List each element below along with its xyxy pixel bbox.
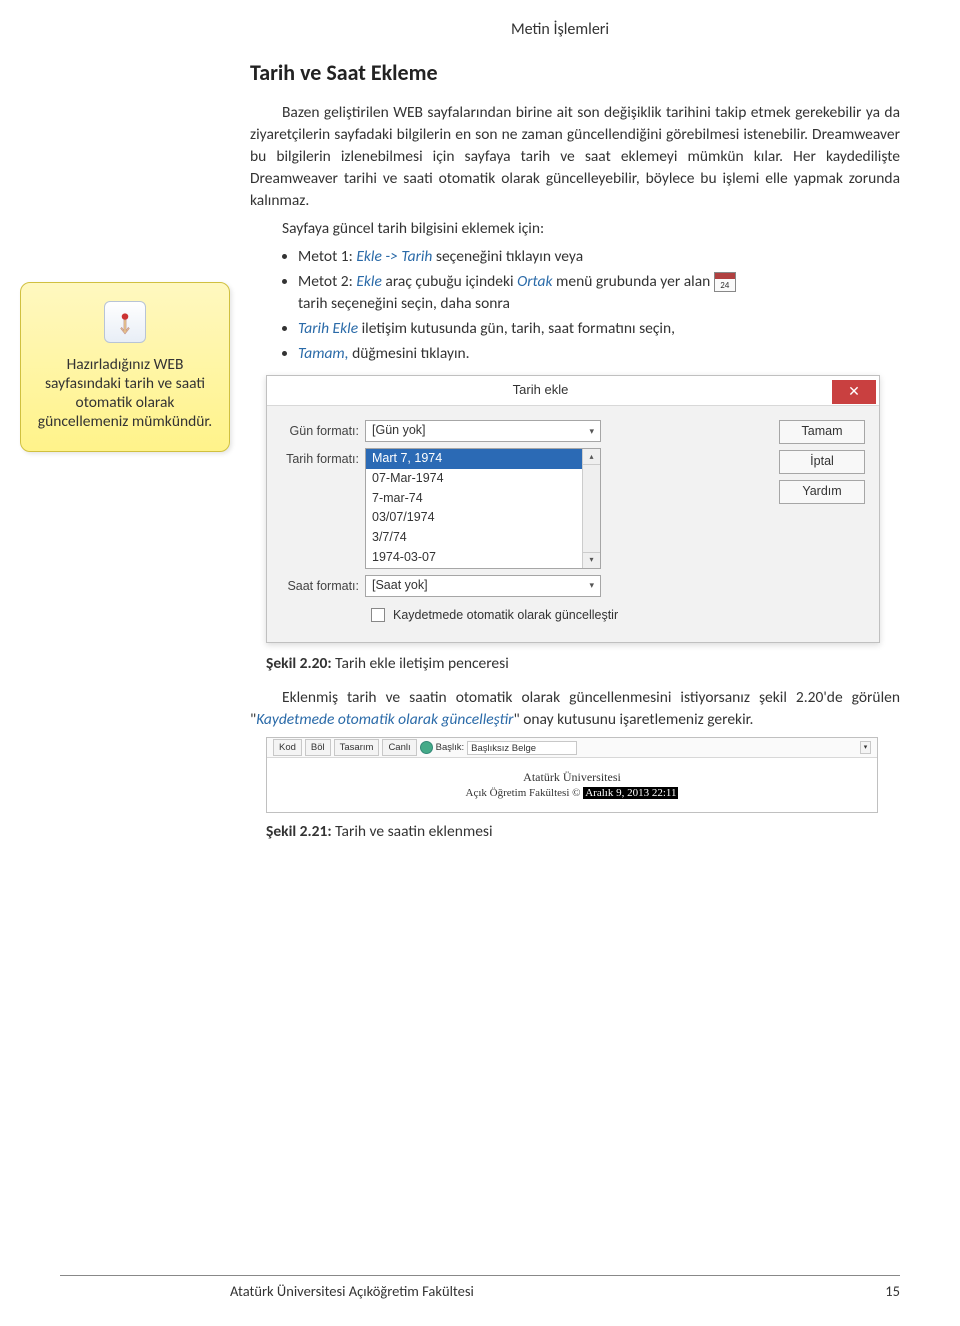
- pointer-hand-icon: [104, 301, 146, 343]
- scrollbar[interactable]: ▴ ▾: [582, 449, 600, 568]
- tab-live[interactable]: Canlı: [382, 739, 416, 756]
- callout-text: Hazırladığınız WEB sayfasındaki tarih ve…: [35, 355, 215, 431]
- list-item: Tamam, düğmesini tıklayın.: [298, 343, 900, 365]
- insert-text: Ekle: [356, 272, 382, 291]
- figure-caption-220: Şekil 2.20: Tarih ekle iletişim penceres…: [266, 653, 900, 675]
- tab-code[interactable]: Kod: [273, 739, 302, 756]
- close-button[interactable]: ✕: [832, 380, 876, 404]
- figure-caption-221: Şekil 2.21: Tarih ve saatin eklenmesi: [266, 821, 900, 843]
- figure-label: Şekil 2.21:: [266, 822, 332, 841]
- method2-post: menü grubunda yer alan: [553, 272, 714, 291]
- chevron-down-icon: ▾: [589, 579, 594, 592]
- tab-split[interactable]: Böl: [305, 739, 331, 756]
- day-format-select[interactable]: [Gün yok] ▾: [365, 420, 601, 442]
- menu-path-text: Ekle -> Tarih: [356, 247, 432, 266]
- paragraph-intro: Bazen geliştirilen WEB sayfalarından bir…: [250, 102, 900, 212]
- common-text: Ortak: [517, 272, 552, 291]
- paragraph-after-dialog: Eklenmiş tarih ve saatin otomatik olarak…: [250, 687, 900, 731]
- page-number: 15: [885, 1282, 900, 1300]
- ok-text: Tamam,: [298, 344, 349, 363]
- checkbox-icon: [371, 608, 385, 622]
- day-format-label: Gün formatı:: [281, 420, 365, 441]
- method2-mid: araç çubuğu içindeki: [382, 272, 517, 291]
- preview-line2: Açık Öğretim Fakültesi © Aralık 9, 2013 …: [466, 786, 679, 802]
- list-item[interactable]: 03/07/1974: [366, 508, 600, 528]
- section-title: Tarih ve Saat Ekleme: [250, 59, 900, 86]
- date-format-listbox[interactable]: Mart 7, 1974 07-Mar-1974 7-mar-74 03/07/…: [365, 448, 601, 569]
- date-format-label: Tarih formatı:: [281, 448, 365, 469]
- dropdown-icon[interactable]: ▾: [860, 741, 871, 754]
- list-item: Metot 2: Ekle araç çubuğu içindeki Ortak…: [298, 271, 900, 315]
- list-item[interactable]: 3/7/74: [366, 528, 600, 548]
- cancel-button[interactable]: İptal: [779, 450, 865, 474]
- checkbox-label: Kaydetmede otomatik olarak güncelleştir: [393, 607, 618, 625]
- method3-post: iletişim kutusunda gün, tarih, saat form…: [358, 319, 675, 338]
- preview-line2-pre: Açık Öğretim Fakültesi ©: [466, 787, 584, 799]
- time-format-select[interactable]: [Saat yok] ▾: [365, 575, 601, 597]
- method1-pre: Metot 1:: [298, 247, 356, 266]
- preview-line1: Atatürk Üniversitesi: [523, 769, 621, 786]
- footer-left: Atatürk Üniversitesi Açıköğretim Fakülte…: [230, 1282, 474, 1300]
- calendar-icon: [714, 272, 736, 292]
- figure-label: Şekil 2.20:: [266, 654, 332, 673]
- close-icon: ✕: [848, 382, 860, 402]
- auto-update-checkbox[interactable]: Kaydetmede otomatik olarak güncelleştir: [371, 607, 765, 625]
- globe-icon[interactable]: [420, 741, 433, 754]
- date-insert-text: Tarih Ekle: [298, 319, 358, 338]
- auto-update-em: Kaydetmede otomatik olarak güncelleştir: [256, 710, 513, 729]
- tab-design[interactable]: Tasarım: [334, 739, 380, 756]
- ok-button[interactable]: Tamam: [779, 420, 865, 444]
- method2-pre: Metot 2:: [298, 272, 356, 291]
- day-format-value: [Gün yok]: [372, 422, 426, 440]
- list-item[interactable]: Mart 7, 1974: [366, 449, 600, 469]
- page-footer: Atatürk Üniversitesi Açıköğretim Fakülte…: [60, 1275, 900, 1300]
- toolbar-top-row: Kod Böl Tasarım Canlı Başlık: Başlıksız …: [267, 738, 877, 758]
- sidebar-callout: Hazırladığınız WEB sayfasındaki tarih ve…: [20, 282, 230, 452]
- preview-body: Atatürk Üniversitesi Açık Öğretim Fakült…: [267, 758, 877, 812]
- list-item[interactable]: 7-mar-74: [366, 489, 600, 509]
- scroll-up-icon[interactable]: ▴: [583, 449, 600, 465]
- method4-post: düğmesini tıklayın.: [349, 344, 470, 363]
- document-title-input[interactable]: Başlıksız Belge: [467, 741, 577, 755]
- paragraph-lead: Sayfaya güncel tarih bilgisini eklemek i…: [250, 218, 900, 240]
- scroll-down-icon[interactable]: ▾: [583, 552, 600, 568]
- after-text-2: " onay kutusunu işaretlemeniz gerekir.: [513, 710, 753, 729]
- list-item[interactable]: 1974-03-07: [366, 548, 600, 568]
- method1-post: seçeneğini tıklayın veya: [432, 247, 583, 266]
- time-format-value: [Saat yok]: [372, 577, 428, 595]
- dreamweaver-toolbar-screenshot: Kod Böl Tasarım Canlı Başlık: Başlıksız …: [266, 737, 878, 813]
- figure-text: Tarih ve saatin eklenmesi: [332, 822, 493, 841]
- document-header: Metin İşlemleri: [20, 20, 900, 39]
- time-format-label: Saat formatı:: [281, 575, 365, 596]
- list-item: Tarih Ekle iletişim kutusunda gün, tarih…: [298, 318, 900, 340]
- list-item: Metot 1: Ekle -> Tarih seçeneğini tıklay…: [298, 246, 900, 268]
- chevron-down-icon: ▾: [589, 425, 594, 438]
- dialog-titlebar: Tarih ekle ✕: [267, 376, 879, 406]
- dialog-title: Tarih ekle: [279, 381, 832, 399]
- date-insert-dialog: Tarih ekle ✕ Gün formatı: [Gün yok] ▾: [266, 375, 880, 643]
- list-item[interactable]: 07-Mar-1974: [366, 469, 600, 489]
- figure-text: Tarih ekle iletişim penceresi: [332, 654, 509, 673]
- method-list: Metot 1: Ekle -> Tarih seçeneğini tıklay…: [298, 246, 900, 365]
- title-label: Başlık:: [436, 741, 465, 754]
- method2-tail: tarih seçeneğini seçin, daha sonra: [298, 294, 510, 313]
- help-button[interactable]: Yardım: [779, 480, 865, 504]
- highlighted-date: Aralık 9, 2013 22:11: [583, 787, 678, 799]
